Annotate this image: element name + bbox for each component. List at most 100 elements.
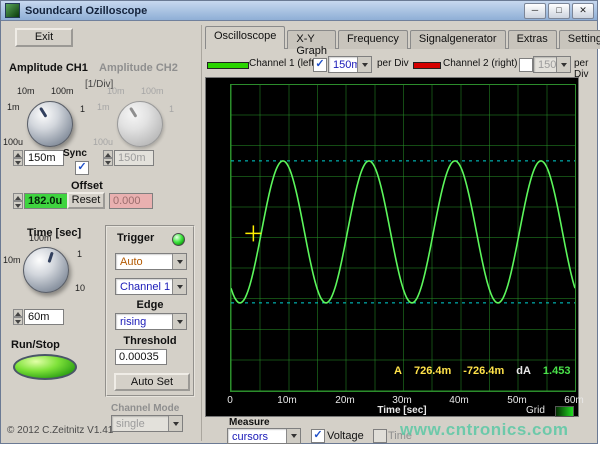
stepper-arrows-icon[interactable]: [13, 193, 23, 209]
stepper-arrows-icon[interactable]: [13, 150, 23, 166]
channel2-scale-value: 150m: [538, 59, 556, 71]
knob-scale-label: 10m: [107, 86, 125, 96]
amplitude-ch2-value: 150m: [114, 150, 154, 166]
channel2-checkbox[interactable]: [519, 58, 533, 72]
tab-signalgenerator[interactable]: Signalgenerator: [409, 30, 506, 49]
measure-mode-dropdown[interactable]: cursors: [227, 428, 301, 444]
time-value[interactable]: 60m: [24, 309, 64, 325]
close-button[interactable]: ✕: [572, 2, 594, 19]
tab-extras[interactable]: Extras: [507, 30, 557, 49]
tab-oscilloscope[interactable]: Oscilloscope: [205, 26, 286, 49]
amplitude-ch1-stepper[interactable]: 150m: [13, 150, 64, 166]
sync-checkbox[interactable]: [75, 161, 89, 175]
offset-value[interactable]: 182.0u: [24, 193, 68, 209]
knob-scale-label: 1: [169, 104, 175, 114]
amplitude-ch1-value[interactable]: 150m: [24, 150, 64, 166]
amplitude-ch1-label: Amplitude CH1: [9, 62, 88, 74]
offset-stepper[interactable]: 182.0u: [13, 193, 68, 209]
channel1-waveform: [231, 160, 575, 304]
stepper-arrows-icon: [103, 150, 113, 166]
time-knob[interactable]: [23, 247, 69, 293]
voltage-label: Voltage: [327, 430, 364, 442]
tab-frequency[interactable]: Frequency: [337, 30, 408, 49]
grid-label: Grid: [526, 405, 545, 416]
channel1-per-div-label: per Div: [377, 58, 409, 69]
chevron-down-icon[interactable]: [172, 254, 186, 269]
maximize-button[interactable]: □: [548, 2, 570, 19]
voltage-checkbox[interactable]: [311, 429, 325, 443]
knob-scale-label: 1: [80, 104, 86, 114]
readout-cursor2-value: -726.4m: [463, 365, 505, 377]
reset-button[interactable]: Reset: [67, 192, 105, 209]
trigger-mode-dropdown[interactable]: Auto: [115, 253, 187, 270]
scope-display: 0 10m 20m 30m 40m 50m 60m Time [sec] Gri…: [205, 77, 584, 417]
time-measure-checkbox: [373, 429, 387, 443]
copyright-text: © 2012 C.Zeitnitz V1.41: [7, 425, 114, 436]
scope-plot-area[interactable]: [230, 84, 576, 392]
stepper-arrows-icon[interactable]: [13, 309, 23, 325]
knob-scale-label: 10: [75, 283, 86, 293]
offset-label: Offset: [71, 180, 103, 192]
trigger-edge-dropdown[interactable]: rising: [115, 313, 187, 330]
threshold-label: Threshold: [123, 335, 177, 347]
edge-label: Edge: [136, 299, 164, 311]
chevron-down-icon: [556, 57, 570, 72]
knob-scale-label: 1: [77, 249, 83, 259]
trigger-source-value: Channel 1: [120, 281, 171, 293]
tab-strip: Oscilloscope X-Y Graph Frequency Signalg…: [205, 26, 600, 57]
chevron-down-icon[interactable]: [172, 279, 186, 294]
channel2-color-swatch: [413, 62, 441, 69]
run-stop-button[interactable]: [13, 354, 77, 380]
knob-scale-label: 10m: [3, 255, 21, 265]
readout-da-value: 1.453: [542, 365, 571, 377]
knob-scale-label: 1m: [97, 102, 110, 112]
amplitude-ch2-stepper: 150m: [103, 150, 154, 166]
threshold-input[interactable]: 0.00035: [115, 349, 167, 365]
tab-xy-graph[interactable]: X-Y Graph: [287, 30, 336, 57]
trigger-title: Trigger: [117, 232, 155, 244]
measure-label: Measure: [229, 417, 270, 428]
auto-set-button[interactable]: Auto Set: [114, 373, 190, 391]
channel1-label: Channel 1 (left): [249, 58, 318, 69]
waveform-canvas[interactable]: [231, 85, 575, 391]
knob-pointer: [110, 94, 171, 155]
window-title: Soundcard Ozilloscope: [25, 4, 148, 17]
chevron-down-icon: [168, 416, 182, 431]
amplitude-ch2-label: Amplitude CH2: [99, 62, 178, 74]
readout-cursor1-value: 726.4m: [413, 365, 452, 377]
cursor-readout: A 726.4m -726.4m dA 1.453: [394, 365, 570, 377]
trigger-led-icon: [172, 233, 185, 246]
channel2-label: Channel 2 (right): [443, 58, 518, 69]
exit-button[interactable]: Exit: [15, 28, 73, 47]
minimize-button[interactable]: ─: [524, 2, 546, 19]
knob-scale-label: 100u: [93, 137, 114, 147]
chevron-down-icon[interactable]: [357, 57, 371, 72]
chevron-down-icon[interactable]: [172, 314, 186, 329]
app-icon: [5, 3, 20, 18]
sync-label: Sync: [63, 148, 87, 159]
amplitude-ch2-knob: [117, 101, 163, 147]
knob-scale-label: 10m: [17, 86, 35, 96]
channel1-scale-value: 150m: [333, 59, 357, 71]
channel2-scale-dropdown: 150m: [533, 56, 571, 73]
trigger-source-dropdown[interactable]: Channel 1: [115, 278, 187, 295]
channel-mode-value: single: [116, 418, 145, 430]
measure-mode-value: cursors: [232, 431, 269, 443]
offset-ch2-value: 0.000: [109, 193, 153, 209]
grid-intensity-slider[interactable]: [555, 406, 574, 417]
channel1-scale-dropdown[interactable]: 150m: [328, 56, 372, 73]
time-stepper[interactable]: 60m: [13, 309, 64, 325]
channel1-checkbox[interactable]: [313, 58, 327, 72]
site-watermark: www.cntronics.com: [400, 420, 569, 439]
title-bar[interactable]: Soundcard Ozilloscope ─ □ ✕: [1, 1, 597, 21]
channel-mode-dropdown: single: [111, 415, 183, 432]
x-axis-label: Time [sec]: [377, 405, 427, 416]
channel1-color-swatch: [207, 62, 249, 69]
amplitude-ch1-knob[interactable]: [27, 101, 73, 147]
chevron-down-icon[interactable]: [286, 429, 300, 443]
knob-scale-label: 100u: [3, 137, 24, 147]
cursor-crosshair-icon[interactable]: [245, 225, 262, 242]
knob-pointer: [20, 94, 81, 155]
tab-settings[interactable]: Settings: [558, 30, 600, 49]
panel-divider: [201, 25, 202, 441]
